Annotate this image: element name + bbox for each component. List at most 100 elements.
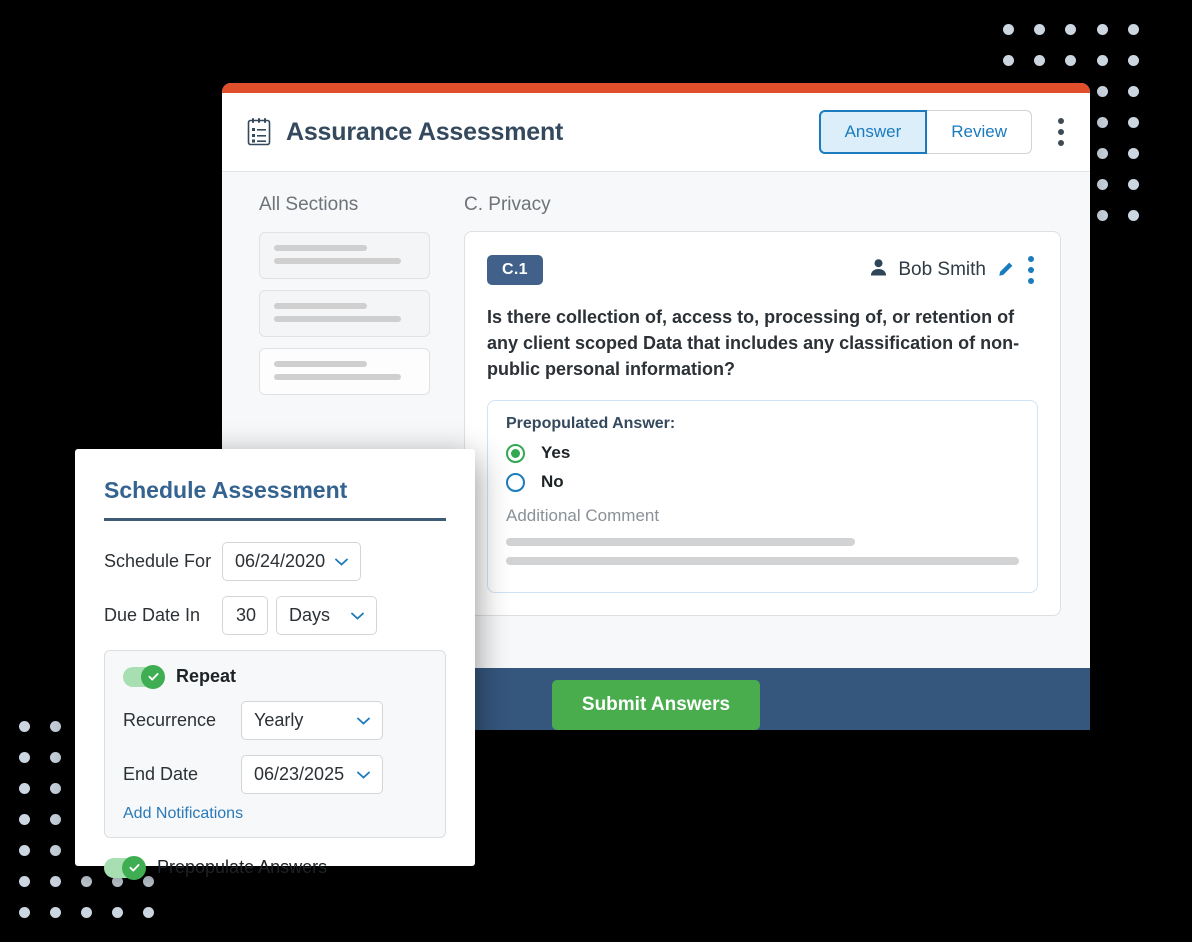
prepopulate-answers-row: Prepopulate Answers — [104, 855, 446, 880]
sidebar-item-placeholder-3[interactable] — [259, 348, 430, 395]
due-date-unit-value: Days — [289, 605, 331, 625]
skeleton-line — [274, 258, 401, 264]
end-date-select[interactable]: 06/23/2025 — [241, 755, 383, 794]
decorative-dot — [1065, 55, 1076, 66]
tab-review[interactable]: Review — [927, 110, 1032, 154]
additional-comment-label: Additional Comment — [506, 506, 660, 526]
submit-answers-button[interactable]: Submit Answers — [551, 680, 761, 730]
decorative-dot — [19, 907, 30, 918]
skeleton-line — [274, 316, 401, 322]
schedule-panel-title: Schedule Assessment — [104, 477, 348, 503]
person-icon — [869, 258, 888, 282]
tab-answer[interactable]: Answer — [818, 110, 928, 154]
decorative-dot — [81, 876, 92, 887]
end-date-value: 06/23/2025 — [254, 764, 345, 784]
header-actions: Answer Review — [818, 110, 1068, 154]
skeleton-line — [274, 303, 368, 309]
page-title: Assurance Assessment — [286, 117, 564, 146]
decorative-dot — [143, 907, 154, 918]
decorative-dot — [1128, 179, 1139, 190]
decorative-dot — [50, 752, 61, 763]
question-header: C.1 Bob Smith — [487, 252, 1038, 288]
prepopulate-answers-label: Prepopulate Answers — [157, 857, 328, 877]
radio-no-icon[interactable] — [506, 472, 525, 492]
schedule-for-date-select[interactable]: 06/24/2020 — [222, 542, 362, 581]
assignee-name: Bob Smith — [898, 259, 986, 280]
toggle-knob — [122, 855, 146, 880]
check-icon — [147, 673, 159, 681]
toggle-knob — [141, 664, 165, 689]
decorative-dot — [50, 721, 61, 732]
title-divider — [104, 518, 446, 521]
sidebar-item-placeholder-2[interactable] — [259, 290, 430, 337]
recurrence-value: Yearly — [254, 710, 304, 730]
chevron-down-icon — [357, 771, 370, 779]
decorative-dot — [19, 752, 30, 763]
comment-skeleton-line — [506, 557, 1019, 566]
recurrence-label: Recurrence — [123, 710, 217, 730]
due-date-amount-input[interactable]: 30 — [222, 596, 268, 635]
decorative-dot — [50, 907, 61, 918]
decorative-dot — [1128, 117, 1139, 128]
pencil-icon[interactable] — [996, 261, 1014, 279]
decorative-dot — [50, 876, 61, 887]
decorative-dot — [19, 814, 30, 825]
title-group: Assurance Assessment — [246, 117, 563, 147]
decorative-dot — [1097, 148, 1108, 159]
question-overflow-menu-icon[interactable] — [1024, 252, 1038, 288]
radio-yes-icon[interactable] — [506, 443, 525, 463]
decorative-dot — [1065, 24, 1076, 35]
decorative-dot — [1128, 148, 1139, 159]
decorative-dot — [1034, 55, 1045, 66]
add-notifications-link[interactable]: Add Notifications — [123, 805, 243, 823]
decorative-dot — [1128, 210, 1139, 221]
due-date-in-label: Due Date In — [104, 605, 201, 625]
schedule-for-label: Schedule For — [104, 551, 212, 571]
decorative-dot — [1003, 24, 1014, 35]
question-content-area: C. Privacy C.1 Bob Smith Is there collec… — [450, 172, 1090, 668]
window-header: Assurance Assessment Answer Review — [222, 93, 1090, 172]
clipboard-icon — [246, 117, 272, 147]
schedule-assessment-panel: Schedule Assessment Schedule For 06/24/2… — [75, 449, 475, 880]
prepopulate-answers-toggle[interactable] — [104, 855, 146, 880]
prepopulated-answer-label: Prepopulated Answer: — [506, 415, 676, 433]
decorative-dot — [50, 814, 61, 825]
decorative-dot — [50, 845, 61, 856]
decorative-dot — [1128, 86, 1139, 97]
mode-tab-group: Answer Review — [818, 110, 1032, 154]
radio-option-yes[interactable]: Yes — [506, 443, 1019, 463]
sidebar-item-placeholder-1[interactable] — [259, 232, 430, 279]
question-meta: Bob Smith — [869, 252, 1038, 288]
decorative-dot — [1097, 86, 1108, 97]
section-heading: C. Privacy — [464, 194, 551, 215]
schedule-for-value: 06/24/2020 — [235, 551, 326, 571]
window-overflow-menu-icon[interactable] — [1054, 114, 1068, 150]
chevron-down-icon — [351, 612, 364, 620]
repeat-settings-box: Repeat Recurrence Yearly End Date 06/23/… — [104, 650, 446, 838]
radio-option-no[interactable]: No — [506, 472, 1019, 492]
due-date-unit-select[interactable]: Days — [276, 596, 377, 635]
screenshot-stage: Assurance Assessment Answer Review All S… — [0, 0, 1192, 942]
decorative-dot — [19, 876, 30, 887]
repeat-toggle-row: Repeat — [123, 664, 427, 689]
decorative-dot — [19, 721, 30, 732]
decorative-dot — [1097, 24, 1108, 35]
recurrence-row: Recurrence Yearly — [123, 701, 427, 740]
decorative-dot — [112, 907, 123, 918]
decorative-dot — [1034, 24, 1045, 35]
decorative-dot — [1097, 55, 1108, 66]
schedule-for-row: Schedule For 06/24/2020 — [104, 542, 446, 581]
decorative-dot — [81, 907, 92, 918]
decorative-dot — [50, 783, 61, 794]
repeat-label: Repeat — [176, 666, 237, 686]
decorative-dot — [19, 783, 30, 794]
question-card: C.1 Bob Smith Is there collection of, ac… — [464, 231, 1061, 617]
repeat-toggle[interactable] — [123, 664, 165, 689]
chevron-down-icon — [335, 558, 348, 566]
decorative-dot — [1128, 55, 1139, 66]
recurrence-select[interactable]: Yearly — [241, 701, 383, 740]
window-accent-bar — [222, 83, 1090, 93]
decorative-dot — [1097, 210, 1108, 221]
question-text: Is there collection of, access to, proce… — [487, 307, 1020, 380]
skeleton-line — [274, 374, 401, 380]
